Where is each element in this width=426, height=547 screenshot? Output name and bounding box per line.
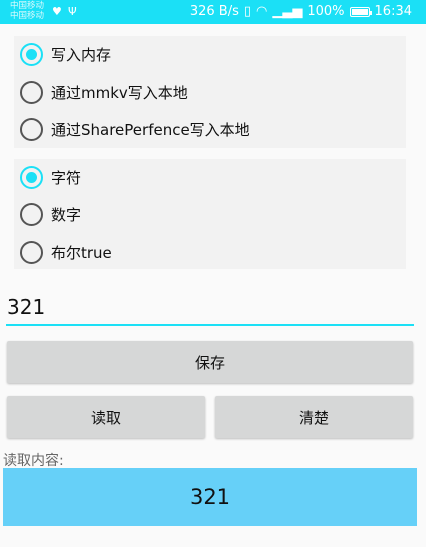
radio-checked-icon[interactable]	[20, 165, 43, 189]
status-right: 326 B/s ▯ ◠ ▁▃▅ 100% 16:34	[190, 4, 412, 19]
clear-button[interactable]: 清楚	[215, 396, 413, 438]
radio-number[interactable]: 数字	[14, 199, 406, 229]
radio-unchecked-icon[interactable]	[20, 240, 43, 264]
radio-sharepreference[interactable]: 通过SharePerfence写入本地	[14, 114, 406, 144]
radio-unchecked-icon[interactable]	[20, 80, 43, 104]
clock: 16:34	[374, 4, 412, 19]
value-input-wrapper	[6, 292, 414, 326]
radio-unchecked-icon[interactable]	[20, 117, 43, 141]
carrier-labels: 中国移动 中国移动	[10, 1, 44, 21]
radio-unchecked-icon[interactable]	[20, 202, 43, 226]
read-button[interactable]: 读取	[7, 396, 205, 438]
read-content-label: 读取内容:	[3, 453, 64, 469]
radio-label: 写入内存	[51, 45, 112, 64]
vibrate-icon: ▯	[243, 4, 252, 19]
save-button[interactable]: 保存	[7, 341, 413, 383]
radio-mmkv[interactable]: 通过mmkv写入本地	[14, 77, 406, 107]
heart-icon: ♥	[52, 5, 62, 18]
wifi-icon: ◠	[256, 4, 268, 19]
radio-string[interactable]: 字符	[14, 162, 406, 192]
usb-icon: Ψ	[68, 5, 77, 18]
radio-label: 通过mmkv写入本地	[51, 83, 188, 102]
radio-label: 字符	[51, 168, 82, 187]
network-speed: 326 B/s	[189, 4, 239, 19]
status-bar: 中国移动 中国移动 ♥ Ψ 326 B/s ▯ ◠ ▁▃▅ 100% 16:34	[0, 0, 426, 24]
storage-radio-group: 写入内存 通过mmkv写入本地 通过SharePerfence写入本地	[14, 36, 406, 148]
radio-label: 布尔true	[51, 243, 112, 262]
battery-icon	[349, 6, 372, 17]
radio-label: 通过SharePerfence写入本地	[51, 120, 250, 139]
radio-write-memory[interactable]: 写入内存	[14, 39, 406, 69]
signal-icon: ▁▃▅	[272, 4, 303, 19]
radio-checked-icon[interactable]	[20, 42, 43, 66]
read-result-value: 321	[3, 468, 417, 526]
radio-boolean[interactable]: 布尔true	[14, 237, 406, 267]
battery-percent: 100%	[307, 4, 345, 19]
input-underline	[6, 324, 414, 326]
carrier-2: 中国移动	[10, 11, 45, 21]
carrier-1: 中国移动	[10, 1, 45, 11]
radio-label: 数字	[51, 205, 82, 224]
type-radio-group: 字符 数字 布尔true	[14, 159, 406, 269]
value-input[interactable]	[6, 292, 414, 322]
